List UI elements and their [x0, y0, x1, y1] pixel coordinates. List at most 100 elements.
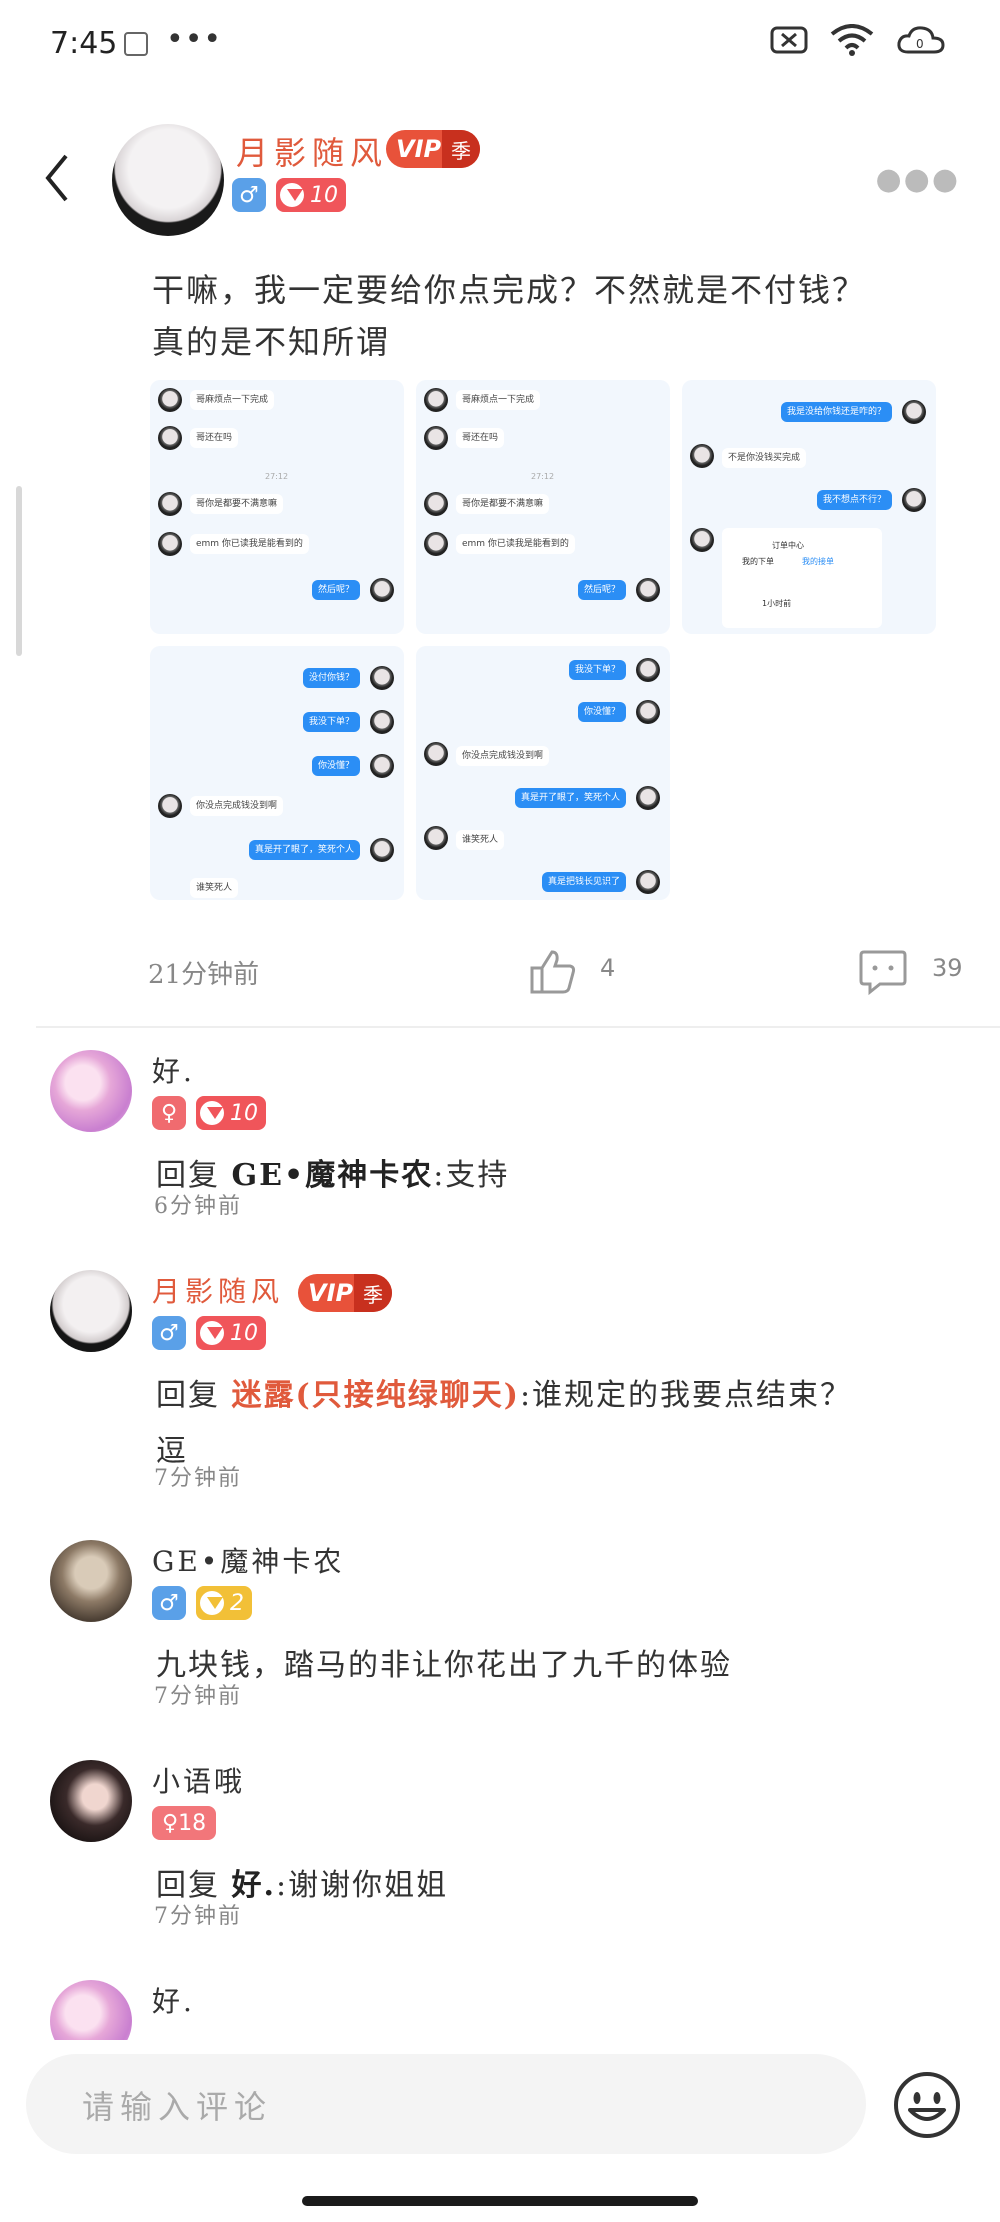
comment-item: 好.: [0, 1980, 1000, 2040]
comment-count: 39: [932, 954, 963, 982]
avatar[interactable]: [50, 1980, 132, 2040]
chat-bubble: 我没下单？: [568, 660, 626, 680]
chat-bubble: 哥还在吗: [190, 428, 239, 448]
comment-icon[interactable]: [858, 948, 908, 996]
chat-bubble: 我不想点不行？: [816, 490, 892, 510]
comment-text[interactable]: 回复 GE•魔神卡农:支持: [156, 1148, 956, 1204]
image-thumbnail[interactable]: 我没下单？ 你没懂？ 你没点完成钱没到啊 真是开了眼了，笑死个人 谁笑死人 真是…: [416, 646, 670, 900]
reply-target[interactable]: GE•魔神卡农: [232, 1158, 434, 1193]
comment-time: 7分钟前: [154, 1684, 242, 1709]
image-thumbnail[interactable]: 哥麻烦点一下完成 哥还在吗 27:12 哥你是都要不满意嘛 emm 你已读我是能…: [150, 380, 404, 634]
author-badges: ♀18: [152, 1806, 217, 1840]
level-badge: 10: [196, 1316, 266, 1350]
avatar[interactable]: [50, 1760, 132, 1842]
comment-text[interactable]: 九块钱，踏马的非让你花出了九千的体验: [156, 1638, 956, 1694]
post-text-line: 干嘛，我一定要给你点完成？不然就是不付钱？: [152, 271, 867, 309]
comment-author[interactable]: 月影随风: [152, 1270, 284, 1310]
image-thumbnail[interactable]: 哥麻烦点一下完成 哥还在吗 27:12 哥你是都要不满意嘛 emm 你已读我是能…: [416, 380, 670, 634]
sim-off-icon: [770, 26, 808, 54]
chat-bubble: 哥你是都要不满意嘛: [190, 494, 284, 514]
chat-bubble: 哥麻烦点一下完成: [190, 390, 275, 410]
chat-bubble: 谁笑死人: [456, 830, 505, 850]
back-arrow-icon[interactable]: [38, 148, 78, 208]
chat-bubble: 你没点完成钱没到啊: [456, 746, 550, 766]
chat-avatar: [636, 658, 660, 682]
chat-bubble: 哥还在吗: [456, 428, 505, 448]
divider: [36, 1026, 1000, 1028]
comment-author[interactable]: 好.: [152, 1980, 195, 2020]
comment-content: :谁规定的我要点结束？: [519, 1378, 853, 1413]
vip-tier: 季: [442, 130, 480, 168]
level-value: 10: [230, 1320, 258, 1346]
chat-bubble: 真是开了眼了，笑死个人: [248, 840, 360, 860]
chat-bubble: 我没下单？: [302, 712, 360, 732]
author-name[interactable]: 月影随风: [236, 128, 388, 174]
level-badge: 10: [196, 1096, 266, 1130]
vip-tier: 季: [354, 1274, 392, 1312]
comment-content: 九块钱，踏马的非让你花出了九千的体验: [156, 1648, 732, 1683]
male-icon: ♂: [152, 1586, 186, 1620]
post-text-line: 真的是不知所谓: [152, 323, 391, 361]
comment-author[interactable]: 小语哦: [152, 1760, 245, 1800]
comment-text[interactable]: 回复 迷露(只接纯绿聊天):谁规定的我要点结束？ 逗: [156, 1368, 956, 1480]
chat-avatar: [370, 710, 394, 734]
chat-avatar: [636, 786, 660, 810]
chat-avatar: [424, 426, 448, 450]
female-icon: ♀: [152, 1096, 186, 1130]
comment-text[interactable]: 回复 好.:谢谢你姐姐: [156, 1858, 956, 1914]
reply-target[interactable]: 迷露(只接纯绿聊天): [232, 1378, 520, 1413]
chat-avatar: [370, 578, 394, 602]
author-badges: ♂ 10: [152, 1316, 266, 1350]
avatar[interactable]: [50, 1540, 132, 1622]
post-footer: 21分钟前 4 39: [0, 944, 1000, 1000]
chat-avatar: [636, 700, 660, 724]
comment-author[interactable]: GE•魔神卡农: [152, 1540, 344, 1580]
chat-time: 27:12: [531, 472, 555, 481]
comment-time: 6分钟前: [154, 1194, 242, 1219]
chat-bubble: 然后呢？: [311, 580, 360, 600]
chat-avatar: [370, 838, 394, 862]
emoji-icon[interactable]: [892, 2070, 962, 2140]
image-thumbnail[interactable]: 我是没给你钱还是咋的？ 不是你没钱买完成 我不想点不行？ 订单中心 我的下单 我…: [682, 380, 936, 634]
chat-bubble: 没付你钱？: [302, 668, 360, 688]
image-thumbnail[interactable]: 没付你钱？ 我没下单？ 你没懂？ 你没点完成钱没到啊 真是开了眼了，笑死个人 谁…: [150, 646, 404, 900]
chat-avatar: [424, 388, 448, 412]
more-notifications-icon: •••: [166, 22, 223, 57]
avatar[interactable]: [50, 1270, 132, 1352]
chat-avatar: [158, 532, 182, 556]
diamond-icon: [200, 1101, 224, 1125]
order-tab: 我的接单: [802, 557, 834, 566]
chat-avatar: [902, 488, 926, 512]
level-value: 10: [310, 182, 338, 208]
diamond-icon: [280, 183, 304, 207]
vip-label: VIP: [308, 1279, 354, 1307]
comment-content: :谢谢你姐姐: [276, 1868, 449, 1903]
status-time: 7:45: [50, 26, 118, 61]
reply-prefix: 回复: [156, 1378, 220, 1413]
author-avatar[interactable]: [112, 124, 224, 236]
status-bar: 7:45 ••• 0: [0, 0, 1000, 96]
author-badges: ♂ 2: [152, 1586, 252, 1620]
order-tab: 我的下单: [742, 557, 774, 566]
male-icon: ♂: [232, 178, 266, 212]
comment-author[interactable]: 好.: [152, 1050, 195, 1090]
chat-avatar: [424, 826, 448, 850]
author-badges: ♀ 10: [152, 1096, 266, 1130]
avatar[interactable]: [50, 1050, 132, 1132]
more-options-icon[interactable]: ●●●: [875, 162, 960, 197]
home-indicator[interactable]: [302, 2196, 698, 2206]
comment-input[interactable]: 请输入评论: [26, 2054, 866, 2154]
chat-bubble: 我是没给你钱还是咋的？: [780, 402, 892, 422]
comment-time: 7分钟前: [154, 1904, 242, 1929]
scrollbar[interactable]: [16, 486, 22, 656]
svg-text:0: 0: [916, 37, 924, 51]
male-icon: ♂: [152, 1316, 186, 1350]
chat-avatar: [636, 870, 660, 894]
thumbs-up-icon[interactable]: [528, 948, 578, 994]
post-body: 干嘛，我一定要给你点完成？不然就是不付钱？ 真的是不知所谓: [152, 264, 952, 368]
chat-avatar: [424, 532, 448, 556]
chat-avatar: [158, 794, 182, 818]
level-value: 10: [230, 1100, 258, 1126]
comment-item: GE•魔神卡农 ♂ 2 九块钱，踏马的非让你花出了九千的体验 7分钟前: [0, 1540, 1000, 1720]
chat-avatar: [690, 528, 714, 552]
